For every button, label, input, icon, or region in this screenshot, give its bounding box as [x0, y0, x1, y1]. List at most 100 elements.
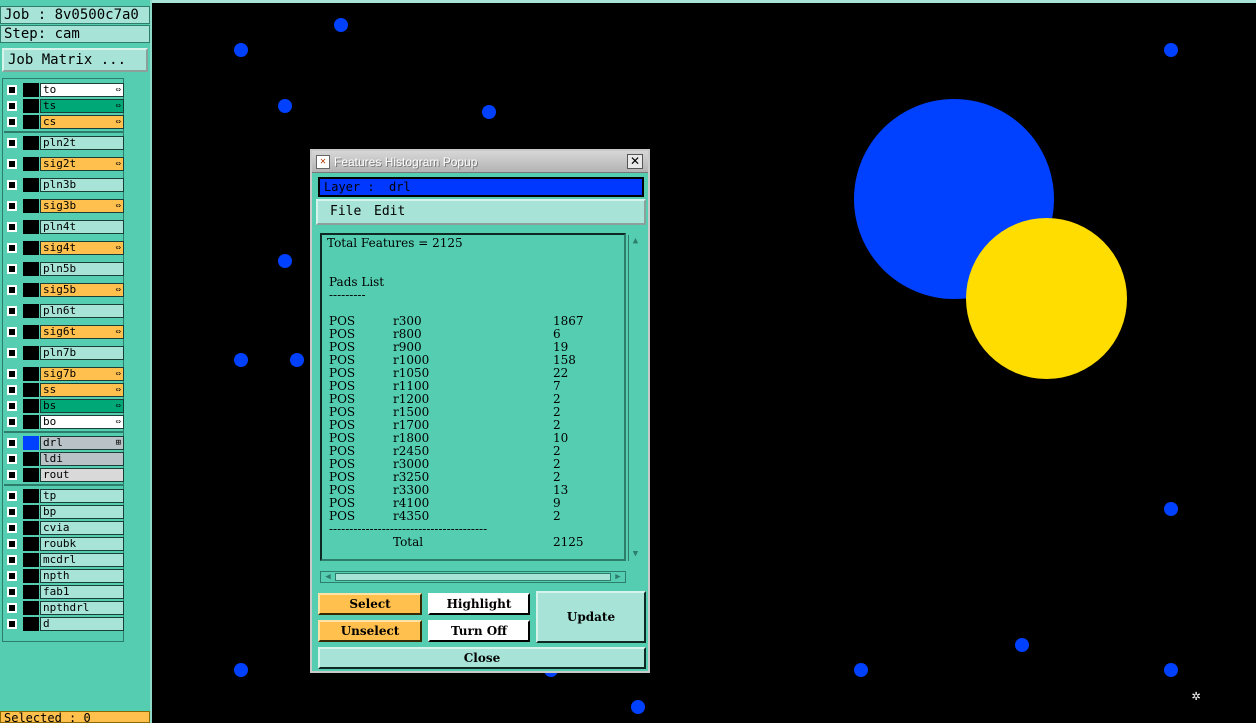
layer-visibility-checkbox[interactable]	[7, 587, 17, 597]
layer-color-swatch[interactable]	[23, 346, 39, 360]
layer-color-swatch[interactable]	[23, 178, 39, 192]
layer-visibility-checkbox[interactable]	[7, 523, 17, 533]
layer-row-pln4t[interactable]: pln4t	[4, 220, 124, 234]
layer-row-bs[interactable]: bs ⇔	[4, 399, 124, 413]
layer-color-swatch[interactable]	[23, 136, 39, 150]
unselect-button[interactable]: Unselect	[318, 620, 422, 642]
layer-row-mcdrl[interactable]: mcdrl	[4, 553, 124, 567]
layer-color-swatch[interactable]	[23, 304, 39, 318]
layer-visibility-checkbox[interactable]	[7, 264, 17, 274]
layer-name-label[interactable]: pln7b	[40, 346, 124, 360]
layer-name-label[interactable]: pln5b	[40, 262, 124, 276]
menu-edit[interactable]: Edit	[374, 201, 405, 223]
layer-visibility-checkbox[interactable]	[7, 571, 17, 581]
layer-name-label[interactable]: sig5b ⇔	[40, 283, 124, 297]
layer-name-label[interactable]: cs ⇔	[40, 115, 124, 129]
layer-name-label[interactable]: pln2t	[40, 136, 124, 150]
layer-row-bp[interactable]: bp	[4, 505, 124, 519]
popup-titlebar[interactable]: ✕ Features Histogram Popup ✕	[312, 151, 648, 173]
layer-color-swatch[interactable]	[23, 569, 39, 583]
layer-visibility-checkbox[interactable]	[7, 603, 17, 613]
highlight-button[interactable]: Highlight	[428, 593, 530, 615]
layer-color-swatch[interactable]	[23, 521, 39, 535]
layer-row-npth[interactable]: npth	[4, 569, 124, 583]
layer-visibility-checkbox[interactable]	[7, 222, 17, 232]
layer-name-label[interactable]: fab1	[40, 585, 124, 599]
menu-file[interactable]: File	[330, 201, 361, 223]
layer-row-npthdrl[interactable]: npthdrl	[4, 601, 124, 615]
layer-color-swatch[interactable]	[23, 436, 39, 450]
layer-visibility-checkbox[interactable]	[7, 138, 17, 148]
layer-row-sig5b[interactable]: sig5b ⇔	[4, 283, 124, 297]
layer-row-d[interactable]: d	[4, 617, 124, 631]
layer-row-to[interactable]: to ⇔	[4, 83, 124, 97]
layer-visibility-checkbox[interactable]	[7, 417, 17, 427]
layer-color-swatch[interactable]	[23, 452, 39, 466]
layer-color-swatch[interactable]	[23, 617, 39, 631]
layer-name-label[interactable]: bo ⇔	[40, 415, 124, 429]
layer-name-label[interactable]: tp	[40, 489, 124, 503]
layer-name-label[interactable]: mcdrl	[40, 553, 124, 567]
scroll-down-icon[interactable]: ▼	[630, 549, 641, 560]
layer-row-sig6t[interactable]: sig6t ⇔	[4, 325, 124, 339]
layer-name-label[interactable]: sig4t ⇔	[40, 241, 124, 255]
layer-row-pln5b[interactable]: pln5b	[4, 262, 124, 276]
layer-visibility-checkbox[interactable]	[7, 159, 17, 169]
layer-row-ss[interactable]: ss ⇔	[4, 383, 124, 397]
layer-visibility-checkbox[interactable]	[7, 348, 17, 358]
layer-visibility-checkbox[interactable]	[7, 285, 17, 295]
layer-row-sig2t[interactable]: sig2t ⇔	[4, 157, 124, 171]
layer-visibility-checkbox[interactable]	[7, 619, 17, 629]
layer-name-label[interactable]: drl ⊞	[40, 436, 124, 450]
layer-name-label[interactable]: sig7b ⇔	[40, 367, 124, 381]
layer-row-fab1[interactable]: fab1	[4, 585, 124, 599]
layer-visibility-checkbox[interactable]	[7, 385, 17, 395]
layer-color-swatch[interactable]	[23, 367, 39, 381]
layer-row-cs[interactable]: cs ⇔	[4, 115, 124, 129]
horizontal-scrollbar[interactable]: ◀ ▶	[320, 571, 626, 583]
layer-color-swatch[interactable]	[23, 199, 39, 213]
layer-name-label[interactable]: to ⇔	[40, 83, 124, 97]
layer-visibility-checkbox[interactable]	[7, 306, 17, 316]
layer-visibility-checkbox[interactable]	[7, 101, 17, 111]
layer-color-swatch[interactable]	[23, 99, 39, 113]
layer-visibility-checkbox[interactable]	[7, 491, 17, 501]
layer-name-label[interactable]: d	[40, 617, 124, 631]
layer-name-label[interactable]: rout	[40, 468, 124, 482]
layer-visibility-checkbox[interactable]	[7, 243, 17, 253]
layer-row-roubk[interactable]: roubk	[4, 537, 124, 551]
scroll-left-icon[interactable]: ◀	[322, 572, 334, 582]
layer-visibility-checkbox[interactable]	[7, 369, 17, 379]
layer-row-ldi[interactable]: ldi	[4, 452, 124, 466]
layer-color-swatch[interactable]	[23, 115, 39, 129]
layer-row-bo[interactable]: bo ⇔	[4, 415, 124, 429]
layer-row-sig7b[interactable]: sig7b ⇔	[4, 367, 124, 381]
layer-name-label[interactable]: ts ⇔	[40, 99, 124, 113]
update-button[interactable]: Update	[536, 591, 646, 643]
layer-color-swatch[interactable]	[23, 415, 39, 429]
layer-color-swatch[interactable]	[23, 283, 39, 297]
layer-name-label[interactable]: sig6t ⇔	[40, 325, 124, 339]
layer-color-swatch[interactable]	[23, 220, 39, 234]
job-matrix-button[interactable]: Job Matrix ...	[2, 48, 148, 72]
layer-visibility-checkbox[interactable]	[7, 117, 17, 127]
layer-visibility-checkbox[interactable]	[7, 401, 17, 411]
layer-color-swatch[interactable]	[23, 325, 39, 339]
layer-name-label[interactable]: sig3b ⇔	[40, 199, 124, 213]
layer-color-swatch[interactable]	[23, 83, 39, 97]
layer-visibility-checkbox[interactable]	[7, 454, 17, 464]
layer-name-label[interactable]: sig2t ⇔	[40, 157, 124, 171]
layer-color-swatch[interactable]	[23, 553, 39, 567]
layer-name-label[interactable]: pln3b	[40, 178, 124, 192]
layer-color-swatch[interactable]	[23, 489, 39, 503]
layer-color-swatch[interactable]	[23, 505, 39, 519]
layer-visibility-checkbox[interactable]	[7, 539, 17, 549]
layer-name-label[interactable]: ss ⇔	[40, 383, 124, 397]
layer-color-swatch[interactable]	[23, 537, 39, 551]
layer-color-swatch[interactable]	[23, 157, 39, 171]
layer-row-rout[interactable]: rout	[4, 468, 124, 482]
layer-name-label[interactable]: pln6t	[40, 304, 124, 318]
layer-row-cvia[interactable]: cvia	[4, 521, 124, 535]
close-button[interactable]: Close	[318, 647, 646, 669]
layer-color-swatch[interactable]	[23, 468, 39, 482]
